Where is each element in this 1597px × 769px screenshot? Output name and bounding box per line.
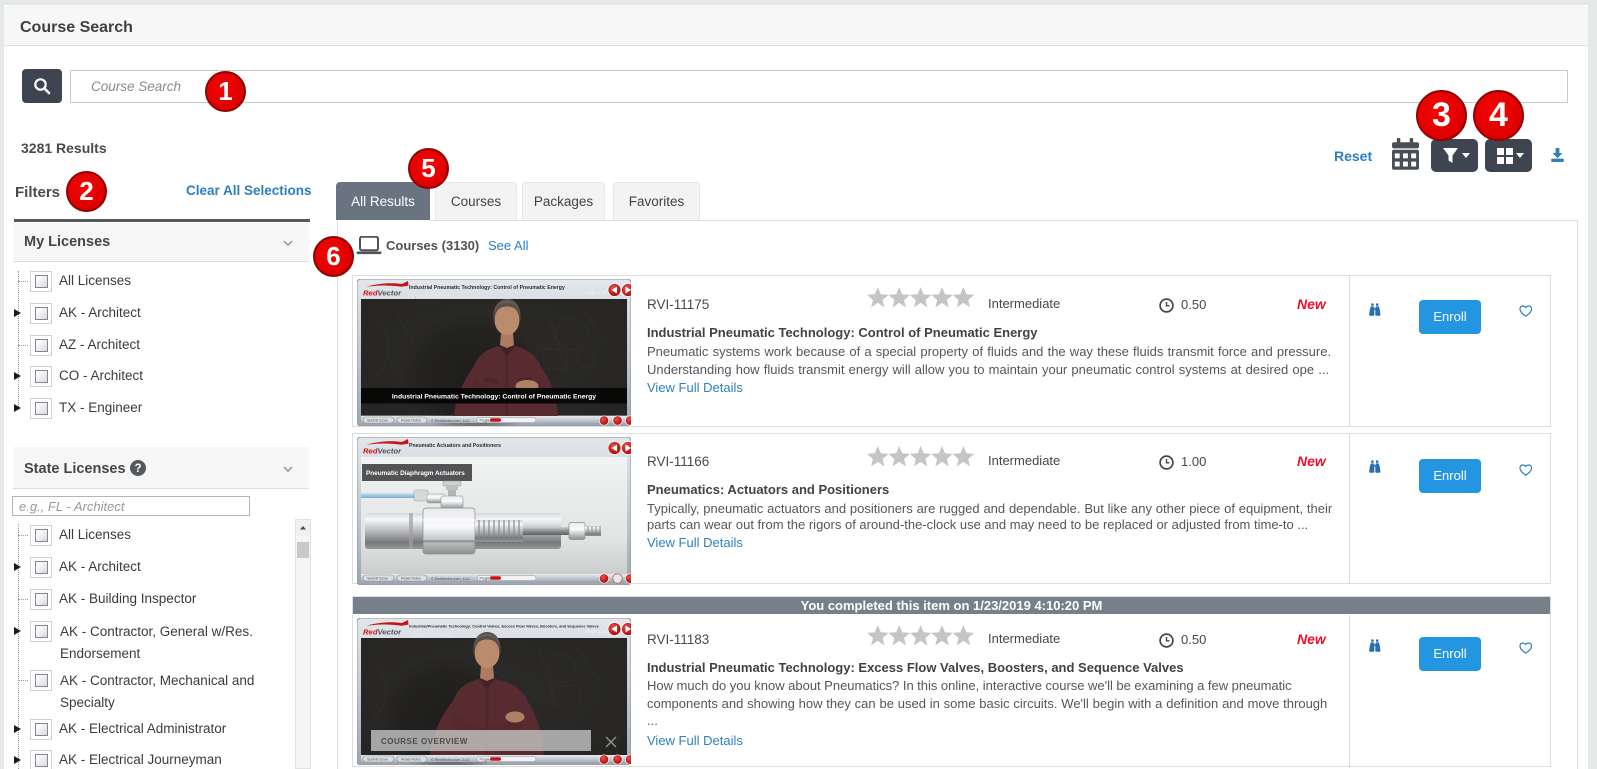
svg-text:Submit Issue: Submit Issue bbox=[367, 758, 388, 762]
svg-text:Reset Notes: Reset Notes bbox=[401, 419, 421, 423]
svg-text:Submit Issue: Submit Issue bbox=[367, 419, 388, 423]
svg-text:RedVector: RedVector bbox=[363, 289, 402, 298]
svg-text:Industrial/Pneumatic Technolog: Industrial/Pneumatic Technology: Control… bbox=[409, 624, 599, 629]
svg-text:© RedVector.com, LLC: © RedVector.com, LLC bbox=[431, 419, 470, 423]
svg-text:© RedVector.com, LLC: © RedVector.com, LLC bbox=[431, 758, 470, 762]
svg-text:Industrial Pneumatic Technolog: Industrial Pneumatic Technology: Control… bbox=[409, 285, 565, 291]
svg-text:Pneumatic Diaphragm Actuators: Pneumatic Diaphragm Actuators bbox=[366, 470, 465, 477]
svg-text:RedVector: RedVector bbox=[363, 628, 402, 637]
svg-text:Industrial Pneumatic Technolog: Industrial Pneumatic Technology: Control… bbox=[392, 394, 596, 401]
svg-text:Course Overview: Course Overview bbox=[412, 294, 451, 300]
svg-text:© RedVector.com, LLC: © RedVector.com, LLC bbox=[431, 576, 470, 580]
svg-text:RedVector: RedVector bbox=[363, 446, 402, 455]
svg-text:Page 1 of 2: Page 1 of 2 bbox=[586, 629, 610, 634]
svg-text:Pneumatic Actuators and Positi: Pneumatic Actuators and Positioners bbox=[409, 443, 501, 449]
svg-text:Course Overview: Course Overview bbox=[412, 633, 451, 639]
svg-text:COURSE OVERVIEW: COURSE OVERVIEW bbox=[381, 737, 468, 746]
svg-text:Submit Issue: Submit Issue bbox=[367, 576, 388, 580]
svg-text:?: ? bbox=[134, 463, 141, 475]
svg-text:Reset Notes: Reset Notes bbox=[401, 758, 421, 762]
svg-text:Reset Notes: Reset Notes bbox=[401, 576, 421, 580]
svg-text:Page 1 of 1: Page 1 of 1 bbox=[586, 290, 610, 295]
